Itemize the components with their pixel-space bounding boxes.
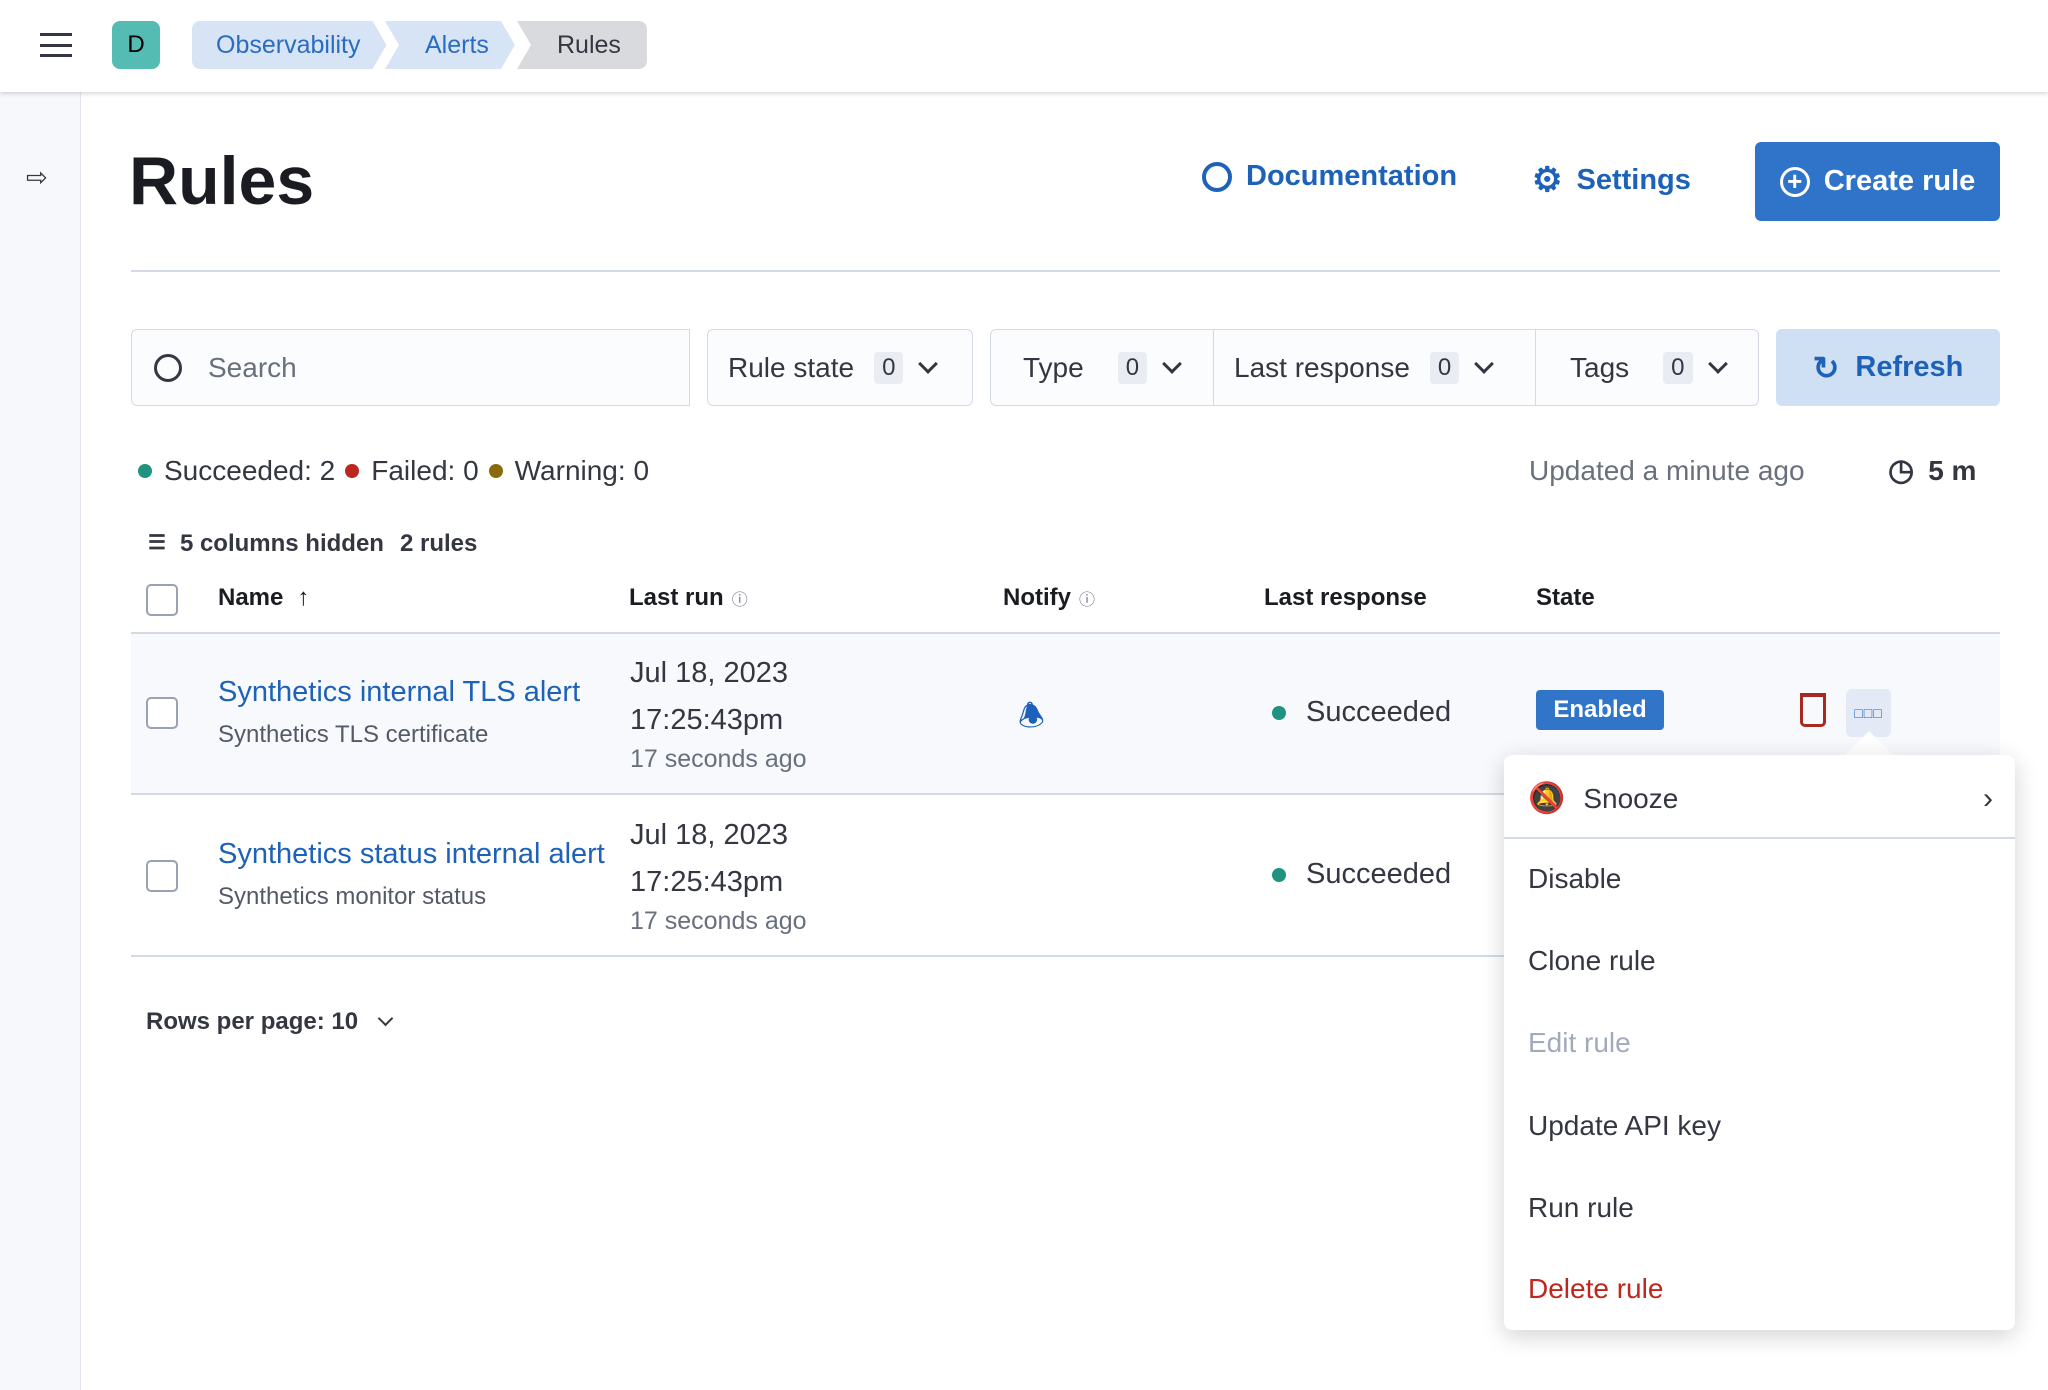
menu-icon[interactable] — [40, 33, 72, 57]
last-run: Jul 18, 2023 17:25:43pm 17 seconds ago — [630, 657, 807, 773]
chevron-right-icon: › — [1983, 781, 1993, 815]
rule-name-link[interactable]: Synthetics internal TLS alert — [218, 676, 580, 709]
chevron-down-icon — [377, 1010, 394, 1026]
chevron-down-icon — [1707, 353, 1728, 374]
ellipsis-icon: □□□ — [1854, 705, 1883, 721]
updated-text: Updated a minute ago — [1529, 455, 1805, 486]
page-title: Rules — [129, 143, 315, 219]
menu-item-delete-rule[interactable]: Delete rule — [1528, 1273, 1663, 1305]
type-filter[interactable]: Type 0 — [990, 329, 1214, 406]
bell-icon[interactable]: 🕭 — [1018, 694, 1045, 745]
gear-icon: ⚙ — [1532, 161, 1563, 199]
auto-refresh-control[interactable]: ◷ 5 m — [1888, 453, 1976, 488]
rows-per-page[interactable]: Rows per page: 10 — [146, 1008, 394, 1036]
tags-filter[interactable]: Tags 0 — [1535, 329, 1759, 406]
menu-item-disable[interactable]: Disable — [1528, 863, 1621, 895]
help-lifebuoy-icon — [1202, 161, 1232, 192]
divider — [1504, 837, 2015, 839]
search-icon — [154, 353, 182, 382]
settings-link[interactable]: ⚙ Settings — [1532, 160, 1691, 200]
menu-item-update-api-key[interactable]: Update API key — [1528, 1110, 1721, 1142]
column-notify[interactable]: Notify ⓘ — [1003, 584, 1095, 612]
rule-actions-menu: 🔕 Snooze › Disable Clone rule Edit rule Up… — [1504, 755, 2015, 1330]
create-rule-button[interactable]: + Create rule — [1755, 142, 2000, 221]
sidebar: ⇨ — [0, 92, 81, 1390]
state-badge[interactable]: Enabled — [1536, 690, 1664, 730]
status-summary: Succeeded: 2 Failed: 0 Warning: 0 — [138, 455, 649, 487]
help-icon: ⓘ — [731, 592, 748, 609]
menu-item-run-rule[interactable]: Run rule — [1528, 1192, 1634, 1224]
last-run: Jul 18, 2023 17:25:43pm 17 seconds ago — [630, 819, 807, 935]
refresh-icon: ↻ — [1812, 349, 1840, 386]
column-state[interactable]: State — [1536, 584, 1595, 612]
divider — [131, 270, 2000, 272]
plus-circle-icon: + — [1779, 166, 1810, 197]
columns-icon: ☰ — [148, 532, 166, 554]
breadcrumb-observability[interactable]: Observability — [192, 21, 387, 69]
rule-state-filter[interactable]: Rule state 0 — [707, 329, 973, 406]
chevron-down-icon — [1162, 353, 1182, 374]
avatar[interactable]: D — [112, 21, 160, 69]
select-all-checkbox[interactable] — [146, 584, 178, 616]
chevron-down-icon — [918, 353, 939, 374]
column-last-response[interactable]: Last response — [1264, 584, 1427, 612]
last-response-filter[interactable]: Last response 0 — [1213, 329, 1536, 406]
menu-item-snooze[interactable]: 🔕 Snooze › — [1528, 781, 1993, 816]
documentation-link[interactable]: Documentation — [1202, 160, 1457, 193]
refresh-button[interactable]: ↻ Refresh — [1776, 329, 2000, 406]
chevron-down-icon — [1474, 353, 1495, 374]
rule-type: Synthetics monitor status — [218, 883, 487, 910]
rule-name-link[interactable]: Synthetics status internal alert — [218, 838, 614, 871]
delete-icon[interactable] — [1800, 693, 1826, 727]
column-name[interactable]: Name ↑ — [218, 584, 309, 612]
row-checkbox[interactable] — [146, 697, 178, 729]
breadcrumb-rules: Rules — [517, 21, 647, 69]
menu-item-edit-rule: Edit rule — [1528, 1027, 1631, 1058]
clock-icon: ◷ — [1888, 454, 1915, 487]
last-response-status: Succeeded — [1272, 858, 1451, 891]
expand-sidebar-icon[interactable]: ⇨ — [26, 162, 48, 193]
arrow-up-icon: ↑ — [297, 584, 310, 611]
columns-hidden[interactable]: ☰ 5 columns hidden 2 rules — [148, 530, 477, 558]
menu-item-clone-rule[interactable]: Clone rule — [1528, 945, 1656, 977]
breadcrumb-alerts[interactable]: Alerts — [385, 21, 515, 69]
search-input[interactable]: Search — [131, 329, 690, 406]
top-header: D Observability Alerts Rules — [0, 0, 2048, 92]
column-last-run[interactable]: Last run ⓘ — [629, 584, 748, 612]
last-response-status: Succeeded — [1272, 696, 1451, 729]
help-icon: ⓘ — [1079, 592, 1096, 609]
rule-type: Synthetics TLS certificate — [218, 721, 489, 748]
row-checkbox[interactable] — [146, 860, 178, 892]
bell-slash-icon: 🔕 — [1528, 782, 1566, 815]
